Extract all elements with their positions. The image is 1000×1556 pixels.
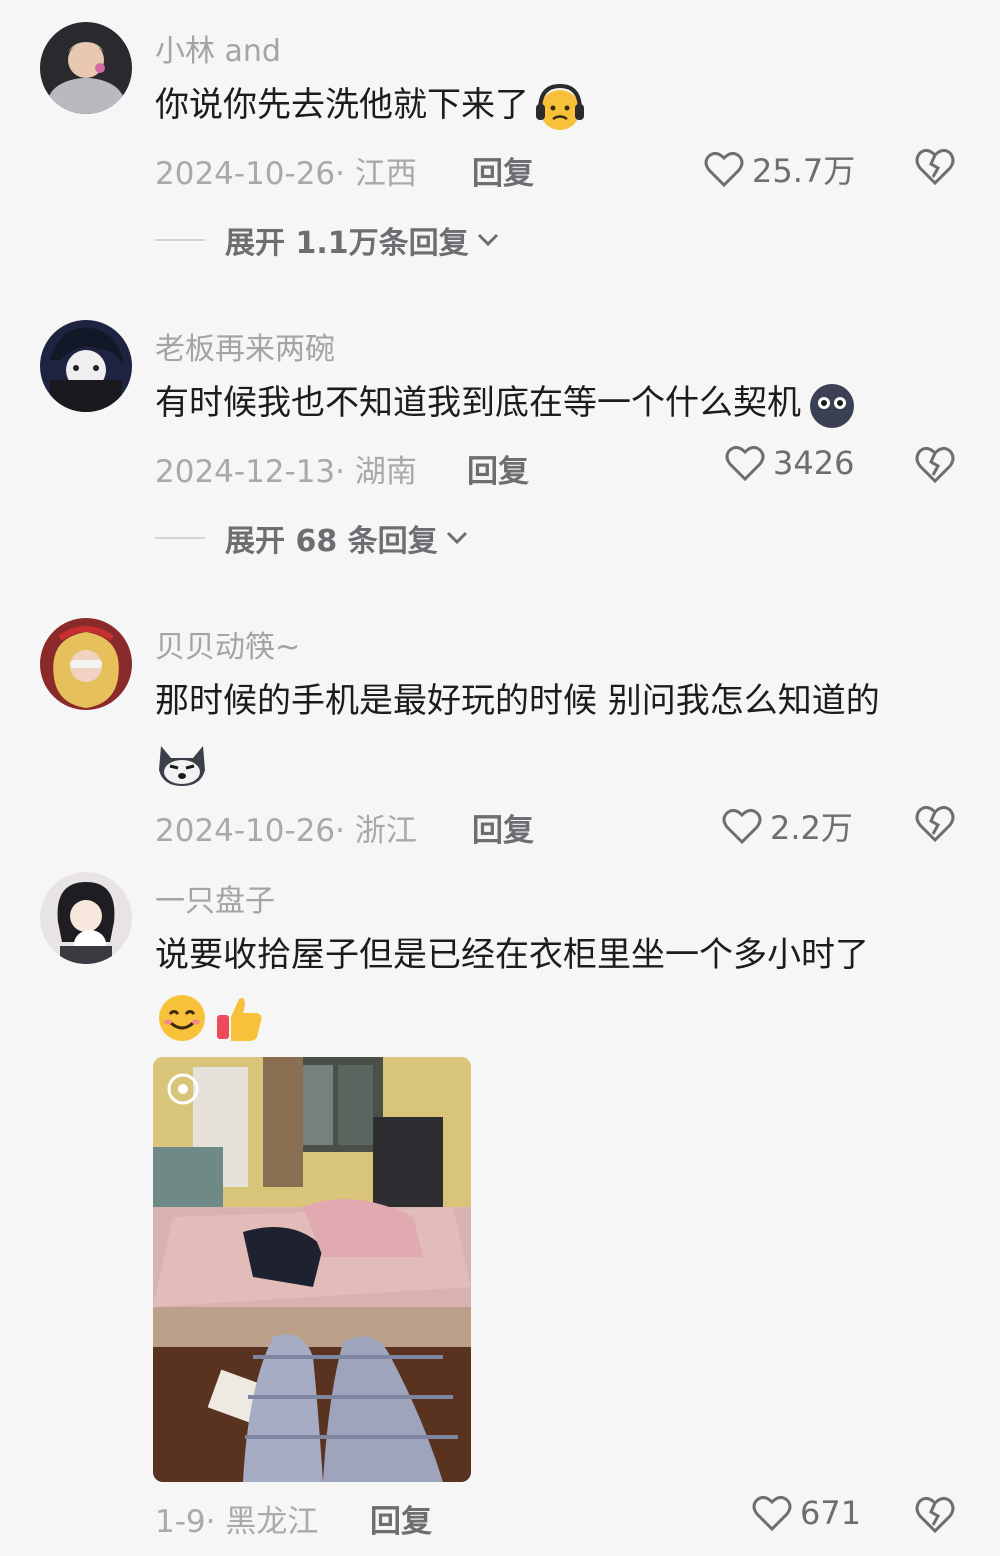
heart-icon <box>752 1495 792 1532</box>
broken-heart-icon[interactable] <box>914 444 956 484</box>
comment-meta: 2024-12-13· 湖南 <box>155 454 417 490</box>
comment-meta: 1-9· 黑龙江 <box>155 1504 319 1540</box>
like-count: 2.2万 <box>770 809 853 847</box>
avatar[interactable] <box>40 872 132 964</box>
avatar[interactable] <box>40 618 132 710</box>
expand-replies[interactable]: 展开 68 条回复 <box>155 516 468 560</box>
heart-icon <box>704 151 744 188</box>
comment-meta: 2024-10-26· 浙江 <box>155 813 417 849</box>
broken-heart-icon[interactable] <box>914 803 956 843</box>
comment-text-content: 说要收拾屋子但是已经在衣柜里坐一个多小时了 <box>155 935 869 975</box>
broken-heart-icon[interactable] <box>914 146 956 186</box>
reply-button[interactable]: 回复 <box>370 1496 432 1541</box>
chevron-down-icon <box>446 531 467 545</box>
comment-text-content: 有时候我也不知道我到底在等一个什么契机 <box>155 383 801 423</box>
comment-text: 有时候我也不知道我到底在等一个什么契机 <box>155 374 965 432</box>
heart-icon <box>722 808 762 845</box>
like-button[interactable]: 25.7万 <box>704 146 855 192</box>
like-button[interactable]: 3426 <box>725 444 854 482</box>
bedroom-photo <box>153 1057 471 1482</box>
expand-replies[interactable]: 展开 1.1万条回复 <box>155 218 499 262</box>
expand-label: 展开 1.1万条回复 <box>225 226 469 261</box>
like-count: 25.7万 <box>752 152 856 190</box>
comment-text-content: 那时候的手机是最好玩的时候 别问我怎么知道的 <box>155 681 880 721</box>
chevron-down-icon <box>477 233 498 247</box>
heart-icon <box>725 445 765 482</box>
username[interactable]: 贝贝动筷~ <box>155 622 300 666</box>
username[interactable]: 一只盘子 <box>155 876 275 920</box>
reply-button[interactable]: 回复 <box>472 148 534 193</box>
expand-label: 展开 68 条回复 <box>225 524 438 559</box>
reply-button[interactable]: 回复 <box>472 805 534 850</box>
comment-text: 说要收拾屋子但是已经在衣柜里坐一个多小时了 <box>155 926 965 1045</box>
comment-meta: 2024-10-26· 江西 <box>155 156 417 192</box>
like-button[interactable]: 671 <box>752 1494 861 1532</box>
comment-text-content: 你说你先去洗他就下来了 <box>155 85 529 125</box>
smile-emoji <box>155 991 209 1045</box>
like-count: 3426 <box>773 444 855 482</box>
like-count: 671 <box>800 1494 862 1532</box>
comment-text: 你说你先去洗他就下来了 <box>155 76 965 134</box>
username[interactable]: 老板再来两碗 <box>155 324 335 368</box>
husky-emoji <box>155 736 209 790</box>
username[interactable]: 小林 and <box>155 26 281 70</box>
thumbs-up-emoji <box>213 991 267 1045</box>
headphones-face-emoji <box>533 80 587 134</box>
dark-face-emoji <box>805 378 859 432</box>
comment-photo[interactable] <box>153 1057 471 1482</box>
comment-text: 那时候的手机是最好玩的时候 别问我怎么知道的 <box>155 672 965 790</box>
like-button[interactable]: 2.2万 <box>722 803 853 849</box>
divider <box>155 537 205 539</box>
avatar[interactable] <box>40 320 132 412</box>
divider <box>155 239 205 241</box>
broken-heart-icon[interactable] <box>914 1494 956 1534</box>
reply-button[interactable]: 回复 <box>467 446 529 491</box>
avatar[interactable] <box>40 22 132 114</box>
